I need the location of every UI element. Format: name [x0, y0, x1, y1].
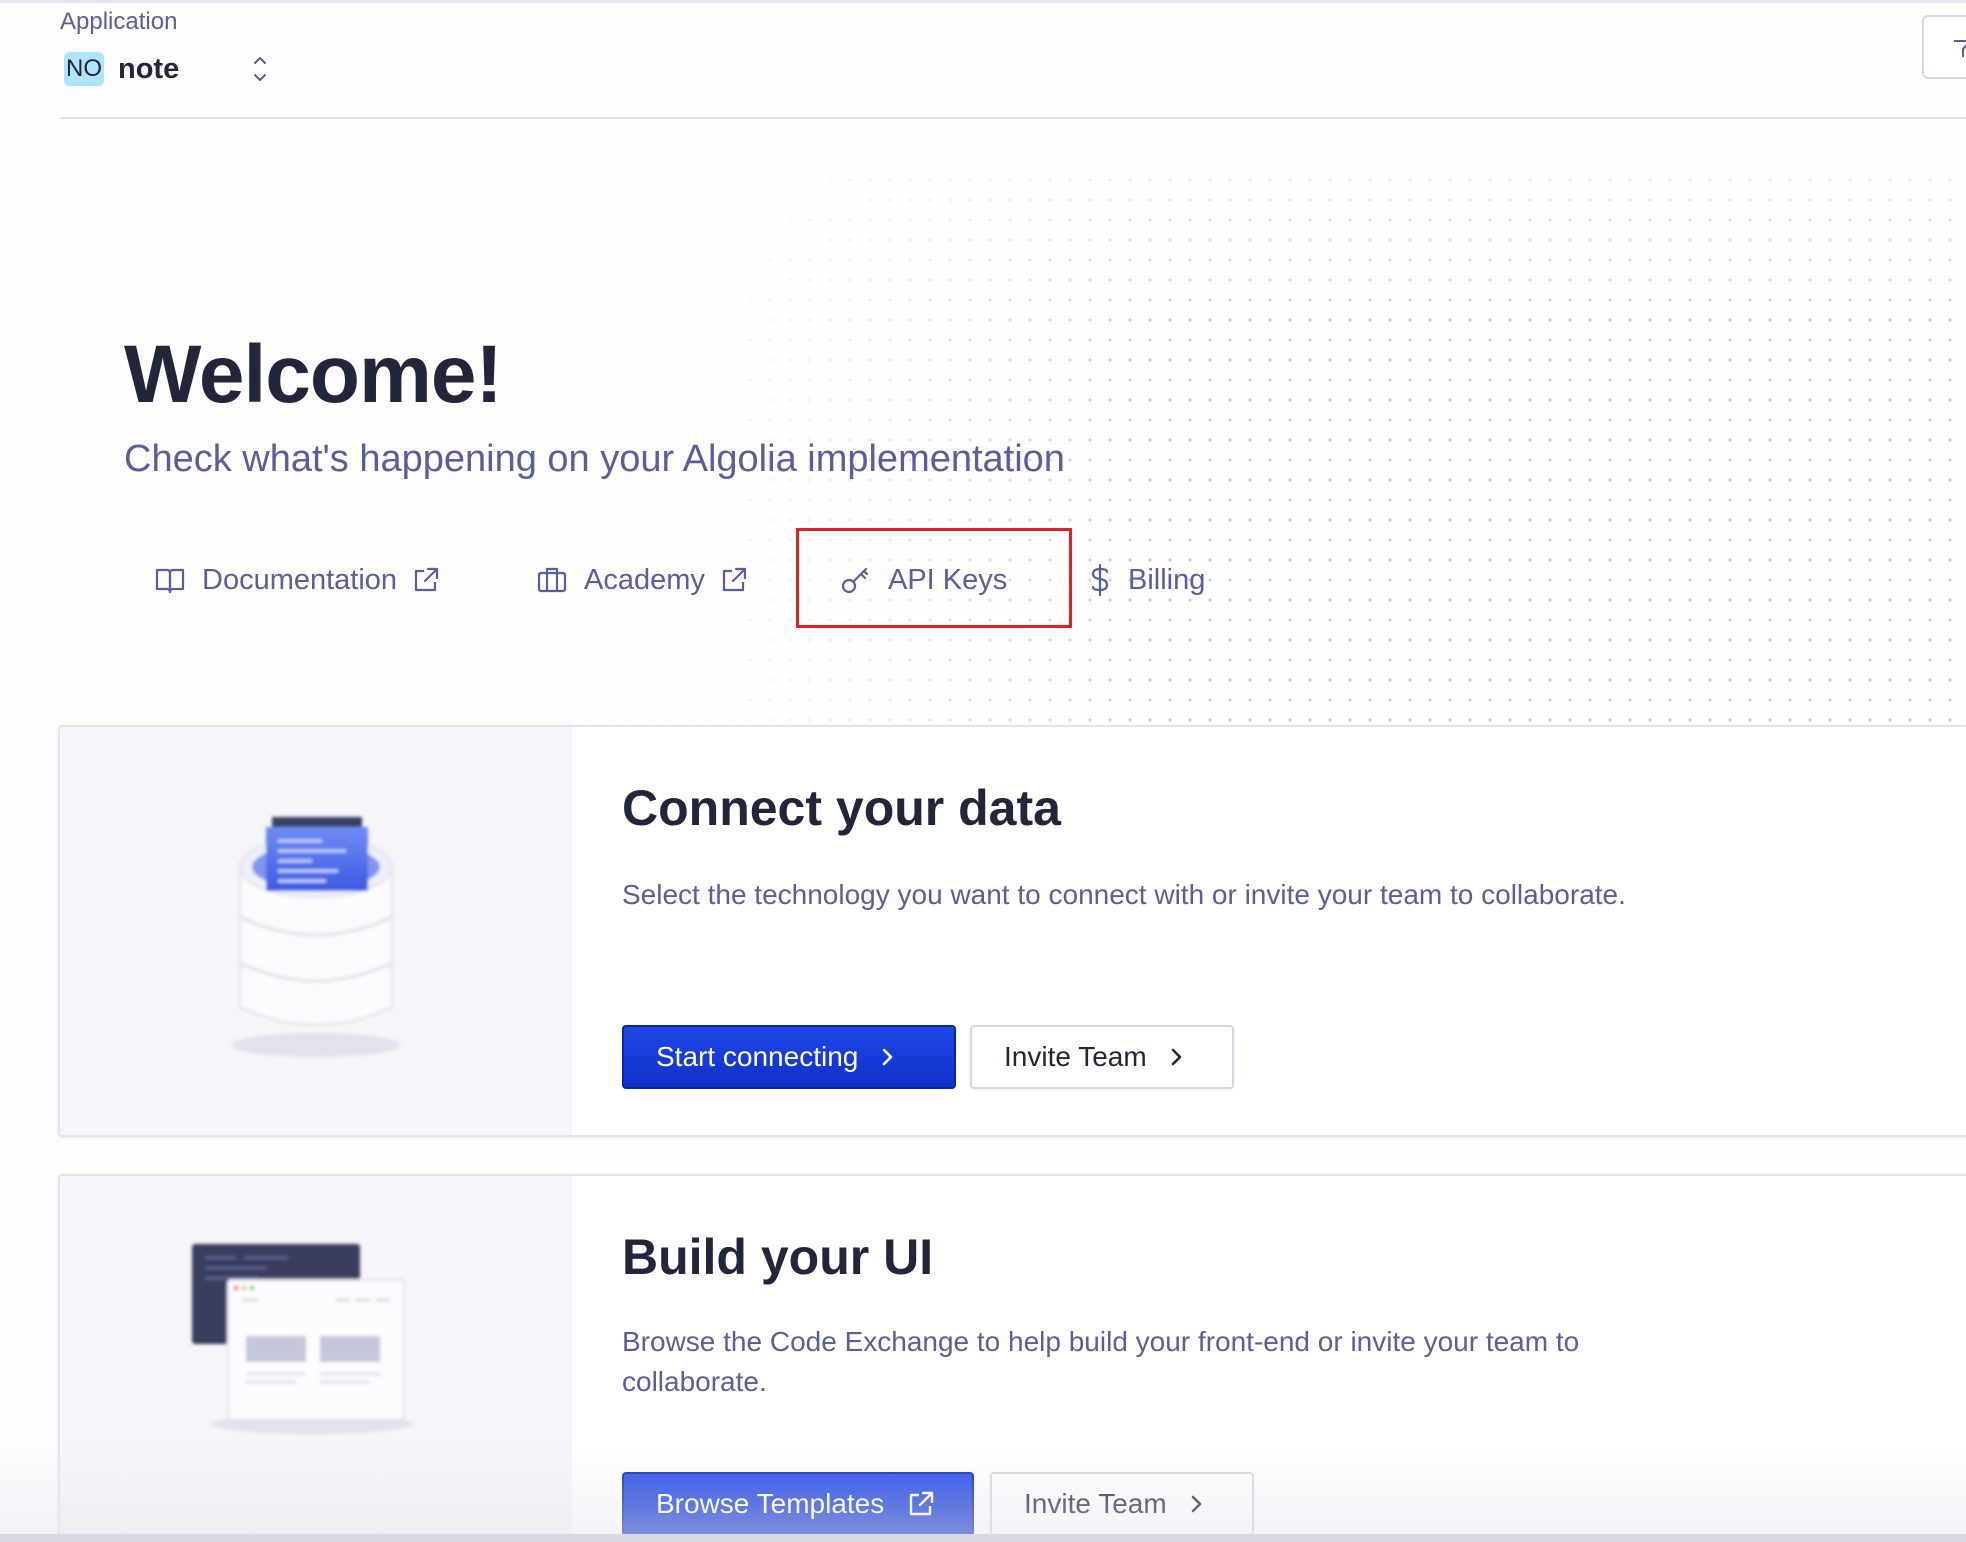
chevron-right-icon [1171, 1048, 1181, 1066]
bottom-edge [0, 1534, 1966, 1542]
chevron-right-icon [883, 1048, 893, 1066]
briefcase-icon [537, 567, 567, 593]
quick-link-billing[interactable]: Billing [1088, 548, 1219, 612]
highlight-box [796, 528, 1072, 628]
dollar-icon [1091, 563, 1109, 597]
header-action-button[interactable] [1922, 15, 1966, 79]
app-badge: NO [64, 52, 104, 86]
database-icon [232, 817, 400, 1057]
application-label: Application [60, 8, 178, 35]
button-label: Invite Team [1004, 1041, 1147, 1072]
ui-illustration [60, 1176, 572, 1540]
invite-team-button[interactable]: Invite Team [970, 1025, 1234, 1089]
quick-link-academy[interactable]: Academy [536, 548, 749, 612]
app-header: Application NO note [60, 3, 1966, 119]
quick-link-label: Billing [1128, 563, 1206, 596]
chevron-right-icon [1191, 1495, 1201, 1513]
page-title: Welcome! [124, 329, 503, 420]
application-selector[interactable]: NO note [60, 49, 266, 89]
button-label: Invite Team [1024, 1488, 1167, 1519]
page-subtitle: Check what's happening on your Algolia i… [124, 438, 1065, 480]
browser-window-icon [192, 1244, 412, 1434]
browse-templates-button[interactable]: Browse Templates [622, 1472, 974, 1536]
card-title: Connect your data [622, 780, 1061, 836]
external-link-icon [414, 567, 439, 592]
quick-link-documentation[interactable]: Documentation [154, 548, 441, 612]
hero-fade-top [60, 170, 1966, 330]
card-build-ui: Build your UI Browse the Code Exchange t… [58, 1174, 1966, 1542]
button-label: Browse Templates [656, 1488, 885, 1519]
card-description: Select the technology you want to connec… [622, 879, 1626, 910]
chevron-updown-icon [254, 57, 266, 81]
pin-icon [1954, 40, 1966, 57]
quick-link-label: Documentation [202, 563, 398, 596]
external-link-icon [722, 567, 746, 592]
card-connect-data: Connect your data Select the technology … [58, 725, 1966, 1137]
card-title: Build your UI [622, 1229, 934, 1285]
external-link-icon [910, 1491, 934, 1516]
app-name: note [118, 52, 180, 85]
start-connecting-button[interactable]: Start connecting [622, 1025, 956, 1089]
database-illustration [60, 727, 572, 1135]
card-description: Browse the Code Exchange to help build y… [622, 1326, 1580, 1397]
book-icon [155, 568, 185, 594]
quick-link-label: Academy [584, 563, 705, 596]
invite-team-button[interactable]: Invite Team [990, 1472, 1254, 1536]
button-label: Start connecting [656, 1041, 859, 1072]
